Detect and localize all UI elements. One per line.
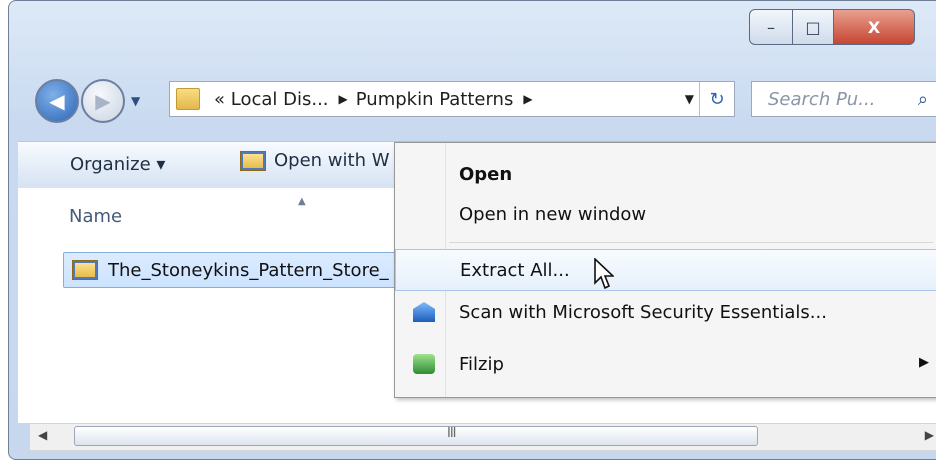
window-controls: – □ X (749, 9, 915, 45)
address-segment-pumpkin-patterns[interactable]: Pumpkin Patterns (356, 89, 514, 110)
recent-pages-dropdown-icon[interactable]: ▼ (131, 94, 140, 108)
chevron-down-icon[interactable]: ▼ (685, 92, 694, 106)
address-segment-local-disk[interactable]: « Local Dis... (214, 89, 329, 110)
navigation-buttons: ◀ ▶ ▼ (35, 79, 140, 123)
forward-button[interactable]: ▶ (81, 79, 125, 123)
menu-item-label: Extract All... (460, 259, 570, 281)
menu-item-extract-all[interactable]: Extract All... (395, 249, 936, 291)
scroll-thumb[interactable]: III (74, 426, 758, 446)
search-box[interactable]: Search Pu... ⌕ (751, 81, 936, 117)
name-column-header[interactable]: Name (69, 206, 122, 227)
microsoft-security-essentials-icon (413, 302, 435, 322)
menu-item-filzip[interactable]: Filzip ▶ (395, 343, 936, 385)
grip-icon: III (447, 426, 456, 441)
scroll-left-icon[interactable]: ◀ (38, 428, 47, 442)
mouse-pointer-icon (594, 258, 614, 290)
open-with-label: Open with W (274, 150, 390, 171)
close-button[interactable]: X (834, 9, 915, 45)
open-with-button[interactable]: Open with W (240, 150, 390, 171)
organize-button[interactable]: Organize ▾ (70, 154, 165, 175)
scroll-right-icon[interactable]: ▶ (925, 428, 934, 442)
archive-icon (240, 150, 266, 171)
menu-item-label: Open in new window (459, 203, 647, 225)
search-placeholder: Search Pu... (768, 88, 876, 110)
chevron-right-icon[interactable]: ▶ (523, 92, 532, 106)
horizontal-scrollbar[interactable]: ◀ III ▶ (29, 423, 936, 451)
sort-ascending-icon: ▲ (298, 196, 306, 207)
folder-icon (176, 88, 200, 110)
selected-file-item[interactable]: The_Stoneykins_Pattern_Store_ (63, 252, 415, 288)
context-menu: Open Open in new window Extract All... S… (394, 142, 936, 398)
menu-item-label: Open (459, 163, 513, 185)
maximize-button[interactable]: □ (793, 9, 834, 45)
menu-item-scan-security-essentials[interactable]: Scan with Microsoft Security Essentials.… (395, 291, 936, 333)
minimize-button[interactable]: – (749, 9, 793, 45)
zip-file-icon (72, 260, 98, 280)
back-button[interactable]: ◀ (35, 79, 79, 123)
address-bar[interactable]: « Local Dis... ▶ Pumpkin Patterns ▶ ▼ ↻ (169, 81, 735, 117)
menu-item-label: Filzip (459, 353, 504, 375)
chevron-right-icon[interactable]: ▶ (339, 92, 348, 106)
menu-item-open-in-new-window[interactable]: Open in new window (395, 193, 936, 235)
menu-item-label: Scan with Microsoft Security Essentials.… (459, 301, 827, 323)
menu-item-open[interactable]: Open (395, 153, 936, 195)
refresh-icon[interactable]: ↻ (699, 82, 734, 116)
search-icon[interactable]: ⌕ (918, 89, 928, 110)
filzip-icon (413, 354, 435, 374)
file-name: The_Stoneykins_Pattern_Store_ (108, 259, 389, 281)
submenu-arrow-icon: ▶ (919, 355, 929, 370)
menu-separator (449, 242, 933, 243)
